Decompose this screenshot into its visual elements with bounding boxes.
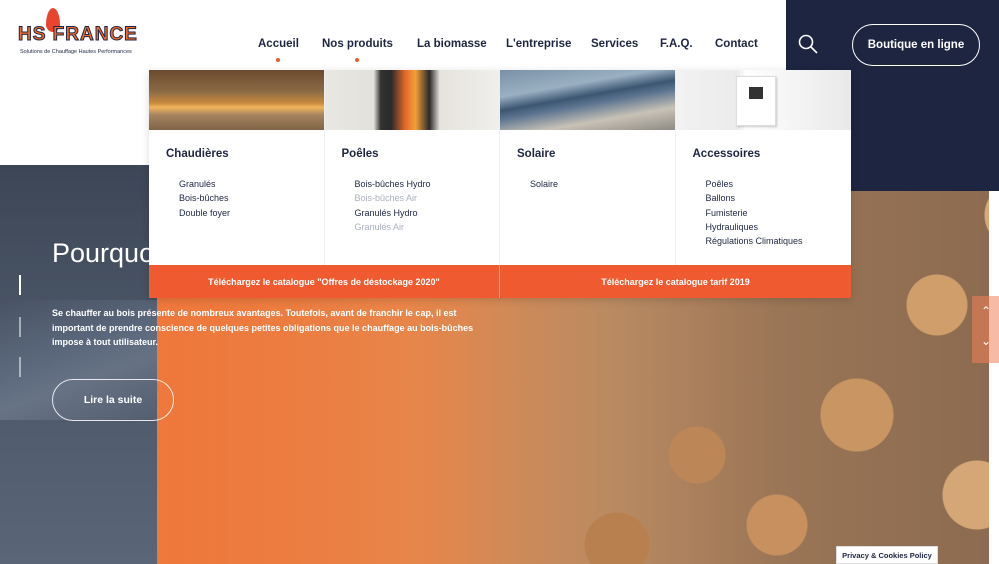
menu-link[interactable]: Hydrauliques	[706, 220, 803, 234]
menu-link[interactable]: Granulés Hydro	[355, 206, 431, 220]
menu-link[interactable]: Bois-bûches Air	[355, 191, 431, 205]
accessoires-image[interactable]	[675, 70, 851, 130]
privacy-policy-link[interactable]: Privacy & Cookies Policy	[836, 546, 938, 564]
read-more-button[interactable]: Lire la suite	[52, 379, 174, 421]
nav-contact[interactable]: Contact	[715, 38, 758, 50]
scroll-arrows: ⌃ ⌄	[972, 296, 999, 363]
menu-links: Granulés Bois-bûches Double foyer	[179, 177, 230, 220]
menu-column-solaire: Solaire Solaire	[500, 70, 676, 265]
menu-column-title[interactable]: Chaudières	[166, 148, 229, 160]
chevron-up-icon[interactable]: ⌃	[981, 304, 991, 318]
menu-links: Bois-bûches Hydro Bois-bûches Air Granul…	[355, 177, 431, 234]
nav-accueil[interactable]: Accueil	[258, 38, 299, 50]
menu-column-title[interactable]: Solaire	[517, 148, 555, 160]
menu-links: Poêles Ballons Fumisterie Hydrauliques R…	[706, 177, 803, 248]
thermostat-illustration	[735, 76, 776, 126]
nav-services[interactable]: Services	[591, 38, 638, 50]
solaire-image[interactable]	[500, 70, 675, 130]
nav-hover-dot	[355, 58, 359, 62]
hero-title: Pourquo	[52, 238, 155, 268]
shop-button[interactable]: Boutique en ligne	[852, 24, 980, 66]
menu-link[interactable]: Solaire	[530, 177, 558, 191]
menu-column-title[interactable]: Accessoires	[693, 148, 761, 160]
menu-link[interactable]: Bois-bûches Hydro	[355, 177, 431, 191]
chaudieres-image[interactable]	[149, 70, 324, 130]
hero-text: Se chauffer au bois présente de nombreux…	[52, 308, 474, 347]
nav-faq[interactable]: F.A.Q.	[660, 38, 693, 50]
nav-active-dot	[276, 58, 280, 62]
menu-link[interactable]: Double foyer	[179, 206, 230, 220]
menu-column-poeles: Poêles Bois-bûches Hydro Bois-bûches Air…	[324, 70, 500, 265]
menu-link[interactable]: Granulés	[179, 177, 230, 191]
menu-link[interactable]: Granulés Air	[355, 220, 431, 234]
search-icon[interactable]	[797, 33, 819, 55]
menu-column-accessoires: Accessoires Poêles Ballons Fumisterie Hy…	[675, 70, 851, 265]
menu-link[interactable]: Ballons	[706, 191, 803, 205]
menu-links: Solaire	[530, 177, 558, 191]
tarif-catalog-button[interactable]: Téléchargez le catalogue tarif 2019	[500, 265, 851, 298]
products-mega-menu: Chaudières Granulés Bois-bûches Double f…	[149, 70, 851, 298]
nav-nos-produits[interactable]: Nos produits	[322, 38, 393, 50]
chevron-down-icon[interactable]: ⌄	[981, 334, 991, 348]
menu-link[interactable]: Bois-bûches	[179, 191, 230, 205]
slide-indicator-active[interactable]	[19, 275, 21, 295]
nav-la-biomasse[interactable]: La biomasse	[417, 38, 487, 50]
menu-link[interactable]: Régulations Climatiques	[706, 234, 803, 248]
poeles-image[interactable]	[324, 70, 499, 130]
slide-indicator[interactable]	[19, 357, 21, 377]
logo-tagline: Solutions de Chauffage Hautes Performanc…	[20, 49, 132, 55]
thermostat-screen	[748, 87, 763, 99]
nav-entreprise[interactable]: L'entreprise	[506, 38, 571, 50]
destockage-catalog-button[interactable]: Téléchargez le catalogue "Offres de dést…	[149, 265, 500, 298]
menu-link[interactable]: Poêles	[706, 177, 803, 191]
logo-brand: HS FRANCE	[18, 24, 138, 46]
menu-link[interactable]: Fumisterie	[706, 206, 803, 220]
menu-column-title[interactable]: Poêles	[342, 148, 379, 160]
site-logo[interactable]: HS FRANCE Solutions de Chauffage Hautes …	[18, 8, 142, 56]
slide-indicator[interactable]	[19, 317, 21, 337]
menu-column-chaudieres: Chaudières Granulés Bois-bûches Double f…	[149, 70, 325, 265]
